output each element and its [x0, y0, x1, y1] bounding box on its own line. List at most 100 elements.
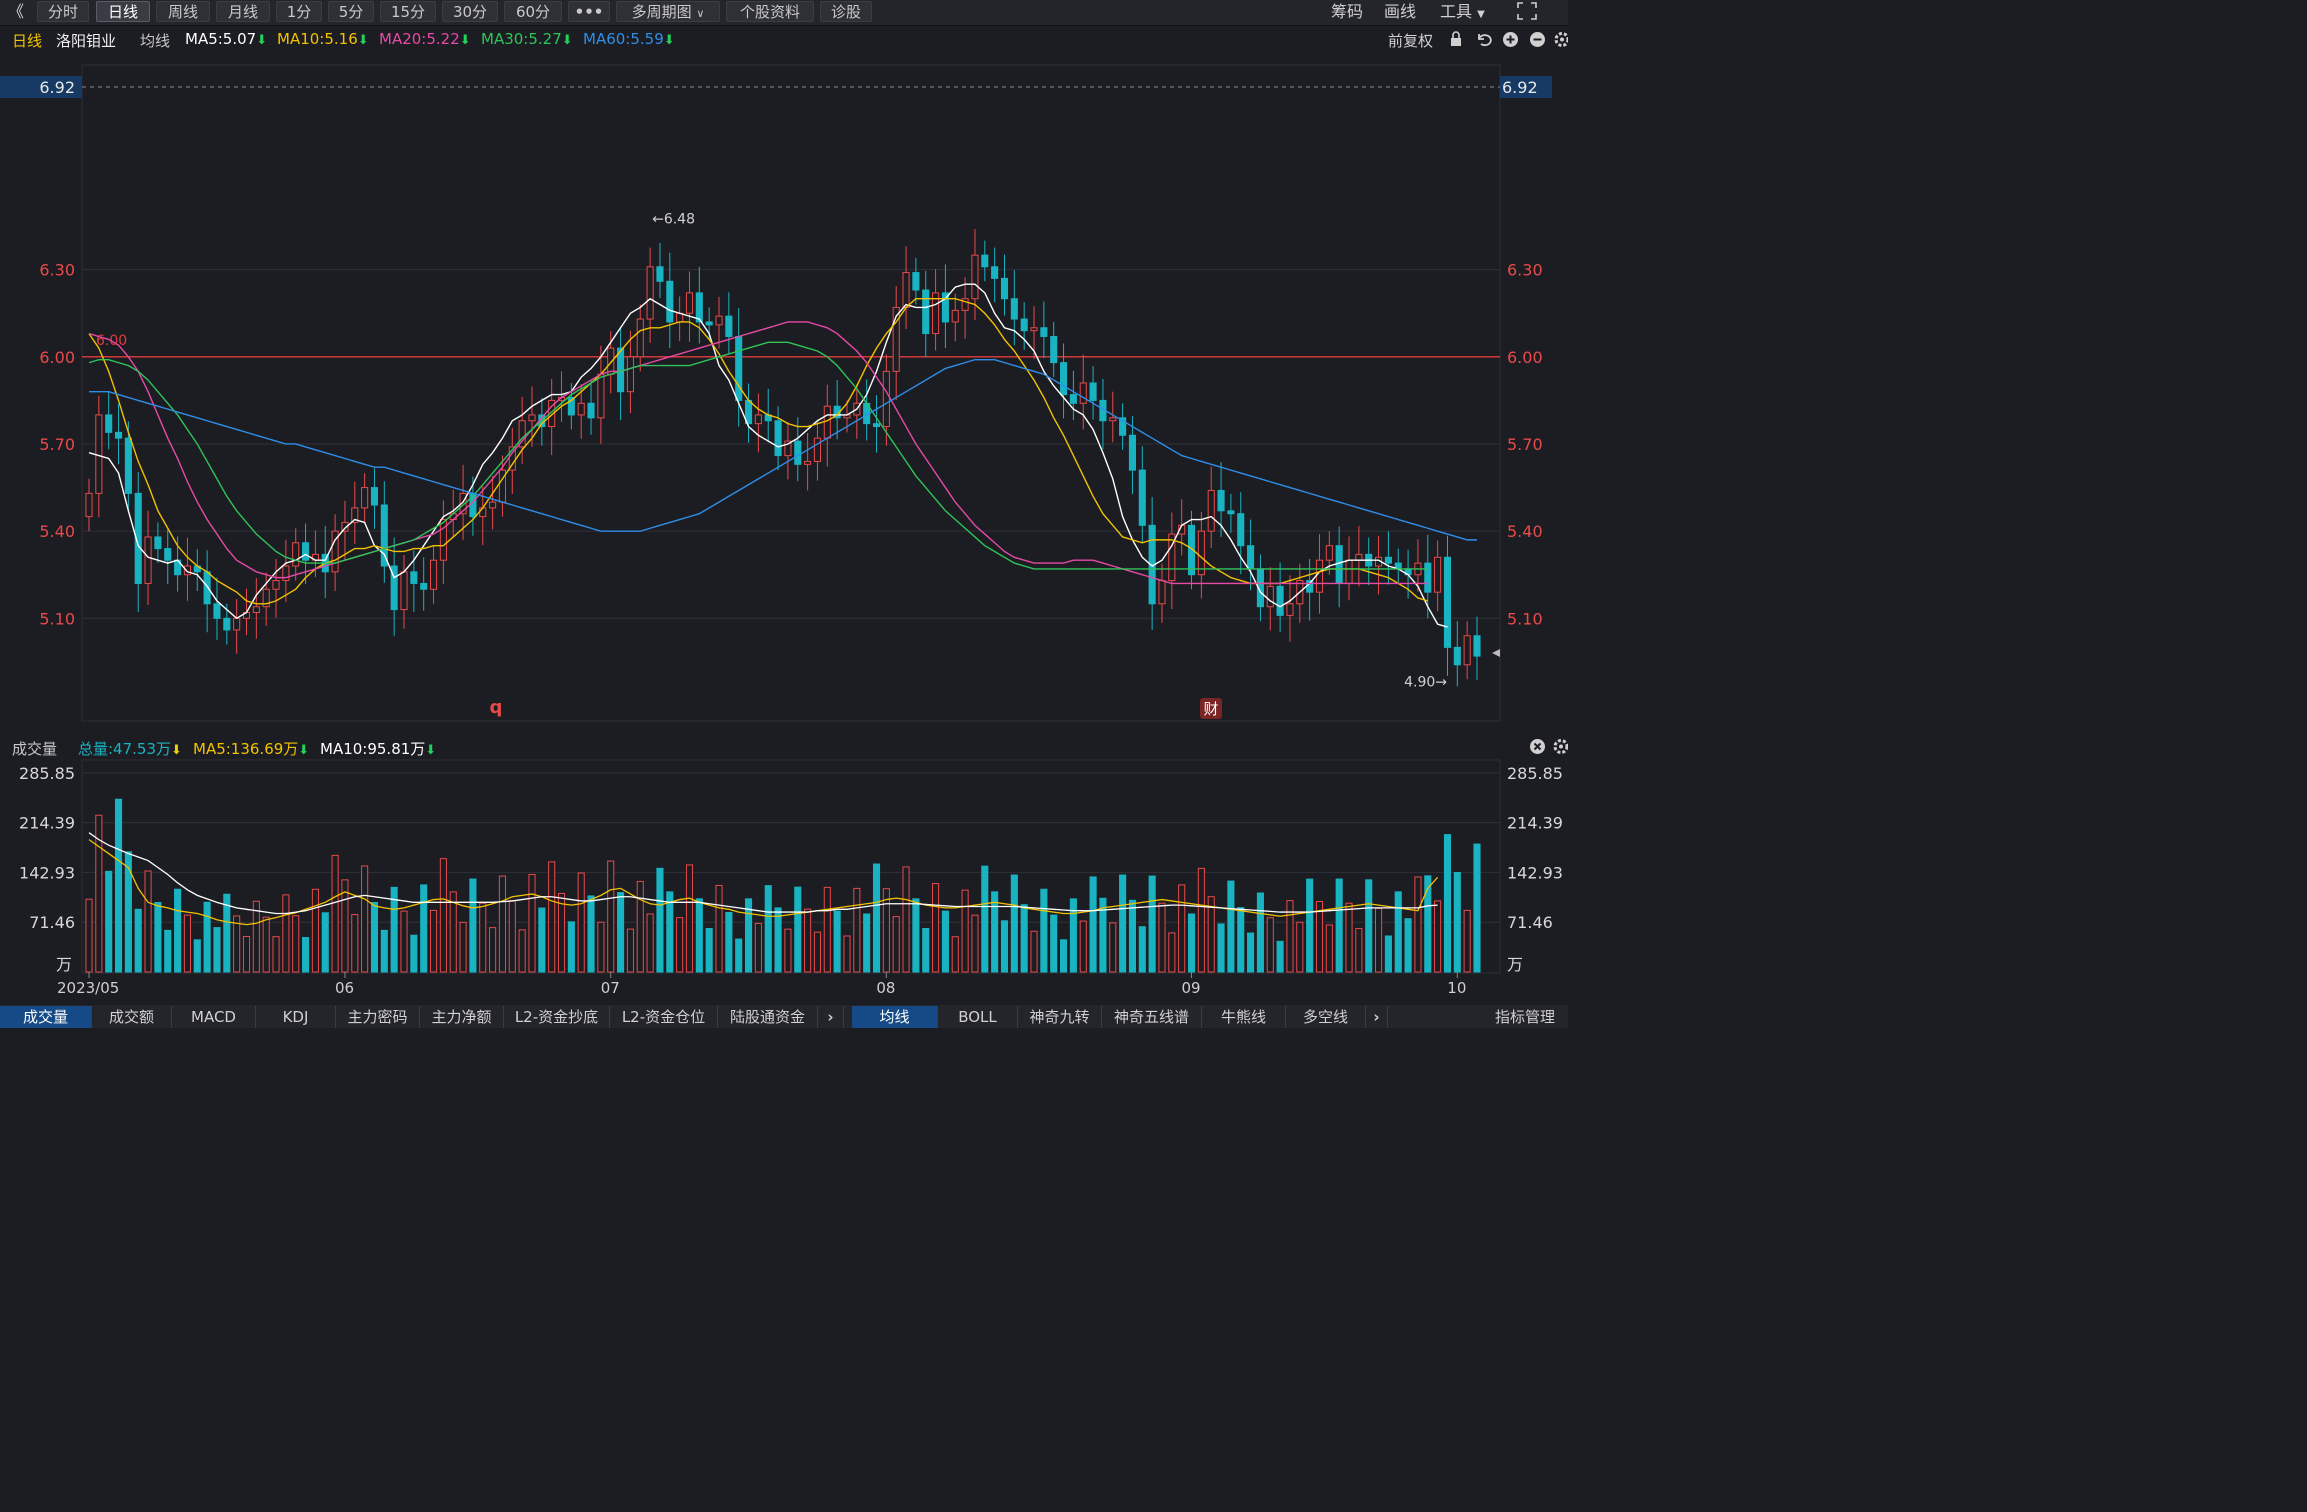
tab-kdj[interactable]: KDJ	[256, 1006, 336, 1028]
tab-monthly[interactable]: 月线	[216, 1, 270, 22]
diagnosis-button[interactable]: 诊股	[820, 1, 872, 22]
kline-chart[interactable]: 5.10 5.10 5.40 5.40 5.70 5.70 6.00 6.00 6.30 6.30…	[0, 25, 1568, 1005]
volume-bar	[597, 921, 605, 973]
tab-volume[interactable]: 成交量	[0, 1006, 92, 1028]
tab-turnover[interactable]: 成交额	[92, 1006, 172, 1028]
volume-bar	[1434, 900, 1442, 973]
candle	[213, 577, 221, 640]
tab-bull-line[interactable]: 牛熊线	[1202, 1006, 1286, 1028]
tab-macd[interactable]: MACD	[172, 1006, 256, 1028]
indicator-tabs: 成交量 成交额 MACD KDJ 主力密码 主力净额 L2-资金抄底 L2-资金…	[0, 1005, 1568, 1028]
candle	[361, 473, 369, 523]
candle	[1365, 537, 1373, 586]
volume-bar	[607, 860, 615, 973]
candle	[804, 432, 812, 491]
close-panel-icon[interactable]	[1529, 738, 1546, 759]
high-price-label: ←6.48	[652, 211, 695, 227]
volume-bar	[183, 914, 191, 973]
multi-period-dropdown[interactable]: 多周期图 ∨	[616, 1, 720, 22]
tab-main-code[interactable]: 主力密码	[336, 1006, 420, 1028]
volume-bar	[262, 916, 270, 973]
candle	[439, 500, 447, 585]
tab-1min[interactable]: 1分	[276, 1, 322, 22]
tab-main-net[interactable]: 主力净额	[420, 1006, 504, 1028]
tab-30min[interactable]: 30分	[442, 1, 498, 22]
chips-button[interactable]: 筹码	[1331, 1, 1363, 23]
volume-label[interactable]: 成交量	[12, 738, 57, 759]
volume-bar	[242, 935, 251, 973]
volume-unit-right: 万	[1507, 955, 1523, 974]
candle	[193, 549, 201, 591]
tab-15min[interactable]: 15分	[380, 1, 436, 22]
candle	[715, 296, 723, 349]
candle	[105, 391, 113, 450]
fullscreen-icon[interactable]	[1516, 1, 1538, 23]
candle	[823, 384, 831, 467]
volume-bar	[695, 898, 703, 973]
volume-bar	[932, 883, 940, 973]
indicator-manage-button[interactable]: 指标管理	[1482, 1006, 1568, 1028]
candle	[1138, 446, 1146, 543]
tab-long-short[interactable]: 多空线	[1286, 1006, 1366, 1028]
price-tick-left: 5.70	[39, 435, 75, 454]
volume-ma5: MA5:136.69万⬇	[193, 740, 310, 758]
volume-bar	[518, 929, 526, 973]
tab-l2-position[interactable]: L2-资金仓位	[610, 1006, 718, 1028]
candle	[380, 481, 388, 583]
candle	[203, 550, 211, 633]
candle	[420, 557, 428, 611]
low-price-label: 4.90→	[1404, 674, 1447, 690]
candle	[429, 545, 438, 604]
tab-5min[interactable]: 5分	[328, 1, 374, 22]
candle	[961, 277, 969, 339]
volume-bar	[912, 898, 920, 973]
volume-bar	[1247, 932, 1255, 973]
more-periods-button[interactable]: •••	[568, 1, 610, 22]
tab-boll[interactable]: BOLL	[938, 1006, 1018, 1028]
tab-l2-bottom[interactable]: L2-资金抄底	[504, 1006, 610, 1028]
chevron-right-icon[interactable]: ›	[818, 1006, 844, 1028]
volume-tick-left: 142.93	[19, 863, 75, 882]
volume-bar	[154, 902, 162, 973]
price-tick-left: 5.10	[39, 609, 75, 628]
back-icon[interactable]: 《	[8, 1, 28, 23]
draw-button[interactable]: 画线	[1384, 1, 1416, 23]
volume-bar	[114, 798, 123, 973]
candle	[1099, 378, 1107, 450]
volume-legend: 成交量 总量:47.53万⬇ MA5:136.69万⬇ MA10:95.81万⬇	[0, 736, 1569, 759]
tab-hk-connect[interactable]: 陆股通资金	[718, 1006, 818, 1028]
volume-bar	[774, 907, 782, 973]
volume-bar	[1286, 900, 1294, 973]
price-tick-left: 6.00	[39, 348, 75, 367]
tab-intraday[interactable]: 分时	[37, 1, 89, 22]
cai-marker: 财	[1203, 700, 1218, 718]
top-price-label-right: 6.92	[1502, 78, 1538, 97]
volume-bar	[1325, 924, 1333, 973]
current-price-pointer	[1492, 649, 1500, 657]
volume-bar	[587, 895, 595, 973]
candle	[626, 330, 634, 414]
stock-profile-button[interactable]: 个股资料	[726, 1, 814, 22]
x-tick-label: 10	[1447, 979, 1466, 997]
tab-five-lines[interactable]: 神奇五线谱	[1102, 1006, 1202, 1028]
price-tick-left: 5.40	[39, 522, 75, 541]
candle	[331, 514, 339, 591]
tab-weekly[interactable]: 周线	[156, 1, 210, 22]
tab-ma[interactable]: 均线	[852, 1006, 938, 1028]
candle	[1207, 466, 1215, 548]
tab-magic-nine[interactable]: 神奇九转	[1018, 1006, 1102, 1028]
volume-bar	[469, 878, 477, 973]
volume-settings-icon[interactable]	[1553, 738, 1569, 759]
ma-line-ma20	[88, 321, 1428, 585]
candle	[1237, 492, 1245, 575]
tools-menu[interactable]: 工具 ▼	[1440, 1, 1485, 23]
volume-bar	[331, 854, 339, 973]
volume-bar	[1040, 888, 1048, 973]
volume-bar	[1384, 935, 1392, 973]
tab-60min[interactable]: 60分	[504, 1, 562, 22]
volume-bar	[1050, 914, 1058, 973]
tab-daily[interactable]: 日线	[96, 1, 150, 22]
volume-bar	[646, 913, 654, 973]
chevron-right-icon-2[interactable]: ›	[1366, 1006, 1388, 1028]
candle	[1168, 512, 1176, 610]
